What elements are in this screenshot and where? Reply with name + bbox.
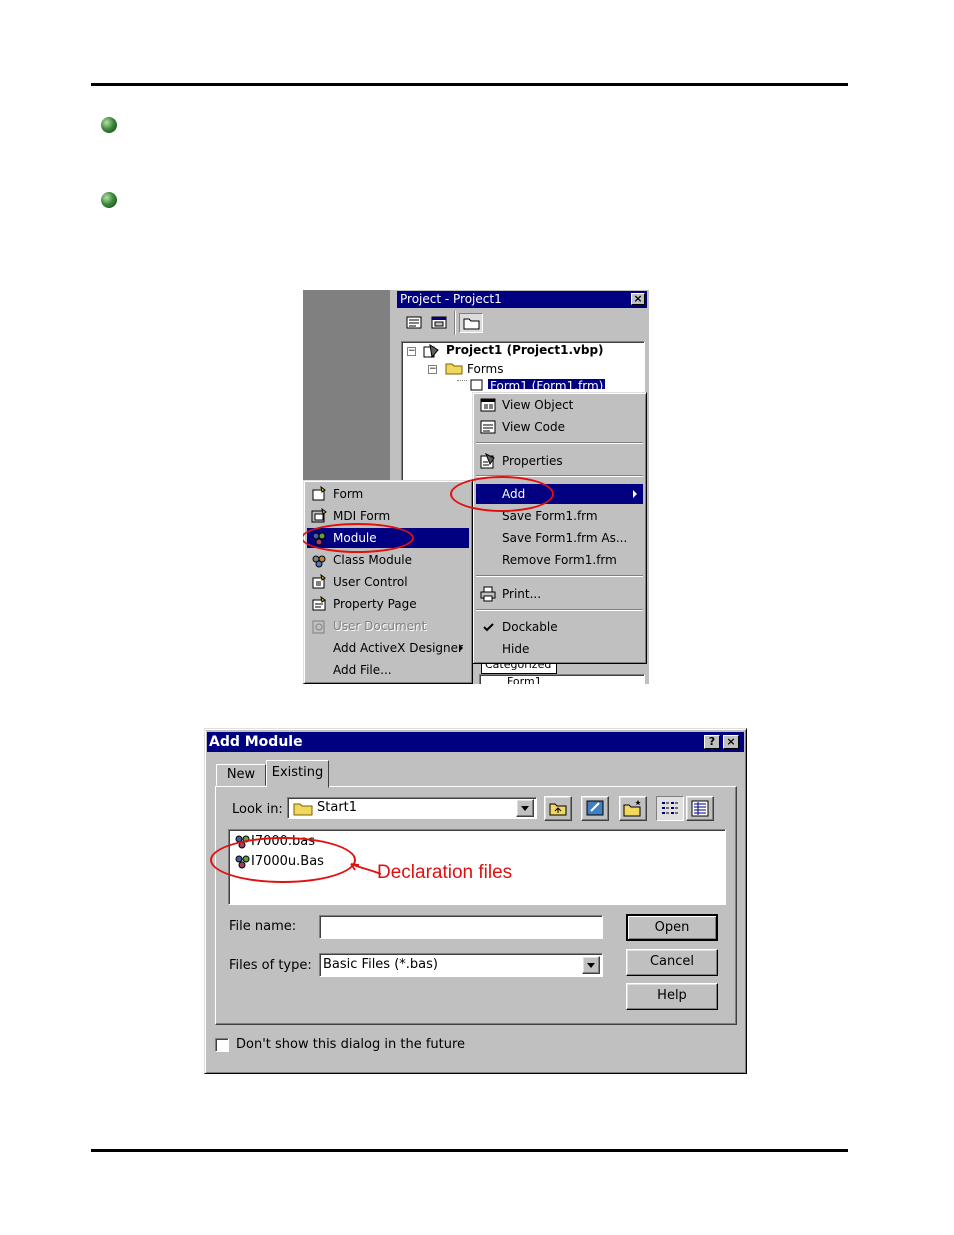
highlight-ring-files	[210, 837, 356, 883]
form-icon	[312, 486, 326, 501]
look-in-dropdown-button[interactable]	[516, 799, 534, 817]
menu-hide[interactable]: Hide	[476, 639, 643, 659]
new-folder-button[interactable]	[619, 796, 647, 821]
tree-root[interactable]: Project1 (Project1.vbp)	[446, 343, 604, 357]
add-module-dialog: Add Module ? × New Existing Look in: Sta…	[204, 728, 747, 1074]
folder-icon	[463, 318, 480, 330]
help-title-button[interactable]: ?	[704, 735, 720, 749]
user-document-icon	[312, 620, 325, 634]
context-menu: View Object View Code Properties Add Sav…	[472, 392, 647, 664]
chevron-down-icon	[521, 806, 529, 811]
printer-icon	[480, 586, 496, 602]
tab-existing[interactable]: Existing	[266, 760, 329, 788]
bottom-rule	[91, 1149, 848, 1152]
details-view-icon	[691, 800, 709, 817]
submenu-add-file[interactable]: Add File...	[307, 660, 469, 680]
up-one-level-button[interactable]	[544, 796, 572, 821]
submenu-class-module[interactable]: Class Module	[307, 550, 469, 570]
submenu-user-document: User Document	[307, 616, 469, 636]
dont-show-checkbox[interactable]	[215, 1038, 229, 1052]
highlight-ring-add	[450, 476, 554, 512]
desktop-icon	[586, 800, 604, 816]
project-icon	[423, 343, 439, 359]
list-view-icon	[662, 802, 678, 814]
properties-object-combo[interactable]: Form1	[507, 676, 617, 684]
view-code-icon	[406, 316, 422, 329]
project-window-title: Project - Project1	[397, 291, 647, 308]
file-name-input[interactable]	[319, 915, 603, 939]
tab-new[interactable]: New	[216, 764, 266, 786]
up-folder-icon	[549, 803, 567, 816]
look-in-combo[interactable]: Start1	[287, 797, 537, 819]
menu-save-form-as[interactable]: Save Form1.frm As...	[476, 528, 643, 548]
file-name-label: File name:	[229, 919, 297, 934]
collapse-icon[interactable]: −	[407, 347, 416, 356]
list-view-button[interactable]	[656, 796, 684, 821]
open-button[interactable]: Open	[626, 914, 718, 941]
files-of-type-label: Files of type:	[229, 958, 312, 973]
mdi-form-icon	[311, 508, 327, 523]
menu-print[interactable]: Print...	[476, 584, 643, 604]
form-icon	[470, 379, 483, 391]
close-button[interactable]: ×	[631, 293, 645, 305]
menu-view-code[interactable]: View Code	[476, 417, 643, 437]
submenu-property-page[interactable]: Property Page	[307, 594, 469, 614]
top-rule	[91, 83, 848, 86]
chevron-down-icon	[587, 963, 595, 968]
highlight-ring-module	[303, 523, 414, 553]
submenu-arrow-icon	[633, 490, 637, 498]
folder-icon	[445, 363, 463, 375]
tree-folder-forms[interactable]: Forms	[467, 362, 503, 376]
dont-show-label: Don't show this dialog in the future	[236, 1037, 466, 1052]
class-module-icon	[312, 555, 326, 568]
close-button[interactable]: ×	[723, 735, 739, 749]
collapse-icon[interactable]: −	[428, 365, 437, 374]
help-button[interactable]: Help	[626, 983, 718, 1010]
menu-remove-form[interactable]: Remove Form1.frm	[476, 550, 643, 570]
cancel-button[interactable]: Cancel	[626, 949, 718, 976]
bullet-icon	[101, 192, 117, 208]
check-icon	[483, 623, 494, 632]
folder-icon	[293, 803, 313, 816]
details-view-button[interactable]	[686, 796, 714, 821]
menu-properties[interactable]: Properties	[476, 451, 643, 471]
new-folder-icon	[623, 800, 641, 817]
tree-form1-selected[interactable]: Form1 (Form1.frm)	[488, 379, 606, 389]
menu-dockable[interactable]: Dockable	[476, 617, 643, 637]
submenu-arrow-icon	[459, 644, 463, 652]
view-object-button[interactable]	[428, 313, 450, 333]
submenu-add-activex-designer[interactable]: Add ActiveX Designer	[307, 638, 469, 658]
view-object-icon	[480, 398, 496, 412]
tab-panel: Look in: Start1 I7000.bas I7000u.Bas Dec…	[210, 786, 737, 1025]
desktop-button[interactable]	[581, 796, 609, 821]
view-code-icon	[480, 420, 496, 434]
user-control-icon	[312, 574, 326, 589]
property-page-icon	[312, 596, 326, 611]
submenu-mdi-form[interactable]: MDI Form	[307, 506, 469, 526]
properties-icon	[480, 453, 495, 469]
look-in-label: Look in:	[232, 802, 283, 817]
submenu-form[interactable]: Form	[307, 484, 469, 504]
annotation-label: Declaration files	[377, 862, 513, 883]
view-code-button[interactable]	[403, 313, 425, 333]
files-of-type-combo[interactable]: Basic Files (*.bas)	[319, 953, 603, 977]
view-object-icon	[431, 316, 447, 329]
vb-project-screenshot: Project - Project1 × − Project1 (Project…	[303, 290, 649, 684]
toggle-folders-button[interactable]	[459, 313, 483, 333]
bullet-icon	[101, 117, 117, 133]
dialog-title: Add Module	[207, 732, 744, 752]
files-of-type-dropdown-button[interactable]	[582, 956, 600, 974]
menu-view-object[interactable]: View Object	[476, 395, 643, 415]
add-submenu: Form MDI Form Module Class Module User C…	[303, 480, 473, 684]
submenu-user-control[interactable]: User Control	[307, 572, 469, 592]
